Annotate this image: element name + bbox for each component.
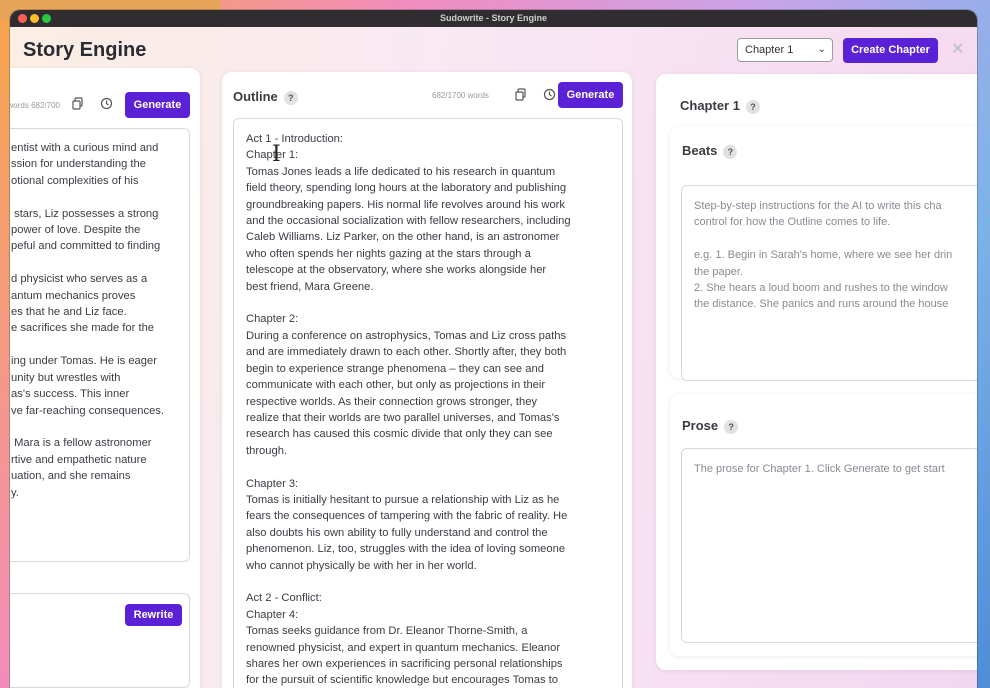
beats-card: Beats? Step-by-step instructions for the…	[670, 126, 977, 381]
rewrite-button[interactable]: Rewrite	[125, 604, 182, 626]
text-cursor-icon: I	[272, 142, 281, 167]
prose-label: Prose?	[682, 418, 739, 434]
beats-label-text: Beats	[682, 143, 718, 158]
outline-generate-button[interactable]: Generate	[558, 82, 623, 108]
outline-word-count: 682/1700 words	[432, 91, 489, 100]
close-window-button[interactable]	[18, 14, 27, 23]
beats-placeholder: Step-by-step instructions for the AI to …	[694, 200, 953, 311]
chapter-title-text: Chapter 1	[680, 98, 740, 113]
left-generate-button[interactable]: Generate	[125, 92, 190, 118]
create-chapter-button[interactable]: Create Chapter	[843, 38, 938, 63]
chapter-select-value: Chapter 1	[745, 44, 794, 56]
close-icon[interactable]: ✕	[951, 39, 964, 59]
prose-help-icon[interactable]: ?	[724, 419, 739, 434]
outline-title: Outline?	[233, 89, 298, 105]
history-icon[interactable]	[100, 97, 113, 113]
chapter-help-icon[interactable]: ?	[745, 99, 760, 114]
outline-panel: Outline? 682/1700 words Generate Act 1 -…	[222, 72, 632, 688]
chapter-title: Chapter 1?	[680, 98, 760, 114]
outline-text-content: Act 1 - Introduction: Chapter 1: Tomas J…	[246, 133, 571, 687]
left-word-count: 682/700 words	[10, 101, 60, 110]
left-text-content: entist with a curious mind and ssion for…	[11, 142, 164, 499]
chevron-down-icon: ⌄	[817, 44, 826, 55]
prose-placeholder: The prose for Chapter 1. Click Generate …	[694, 463, 945, 475]
copy-icon[interactable]	[72, 97, 84, 113]
outline-text-area[interactable]: Act 1 - Introduction: Chapter 1: Tomas J…	[233, 118, 623, 688]
left-panel: 682/700 words Generate entist with a cur…	[10, 68, 200, 688]
copy-icon[interactable]	[515, 88, 527, 104]
history-icon[interactable]	[543, 88, 556, 104]
outline-help-icon[interactable]: ?	[283, 90, 298, 105]
left-rewrite-box[interactable]: Rewrite	[10, 593, 190, 688]
outline-title-text: Outline	[233, 89, 278, 104]
maximize-window-button[interactable]	[42, 14, 51, 23]
window-title: Sudowrite - Story Engine	[439, 13, 547, 23]
chapter-panel: Chapter 1? Beats? Step-by-step instructi…	[656, 74, 977, 670]
minimize-window-button[interactable]	[30, 14, 39, 23]
prose-label-text: Prose	[682, 418, 719, 433]
beats-input[interactable]: Step-by-step instructions for the AI to …	[681, 185, 977, 381]
beats-label: Beats?	[682, 143, 738, 159]
title-bar: Sudowrite - Story Engine	[10, 10, 977, 27]
beats-help-icon[interactable]: ?	[723, 144, 738, 159]
chapter-select[interactable]: Chapter 1 ⌄	[737, 38, 833, 62]
left-text-area[interactable]: entist with a curious mind and ssion for…	[10, 128, 190, 562]
prose-input[interactable]: The prose for Chapter 1. Click Generate …	[681, 448, 977, 643]
app-window: Sudowrite - Story Engine Story Engine Ch…	[10, 10, 977, 688]
page-title: Story Engine	[23, 39, 147, 61]
prose-card: Prose? The prose for Chapter 1. Click Ge…	[670, 394, 977, 656]
